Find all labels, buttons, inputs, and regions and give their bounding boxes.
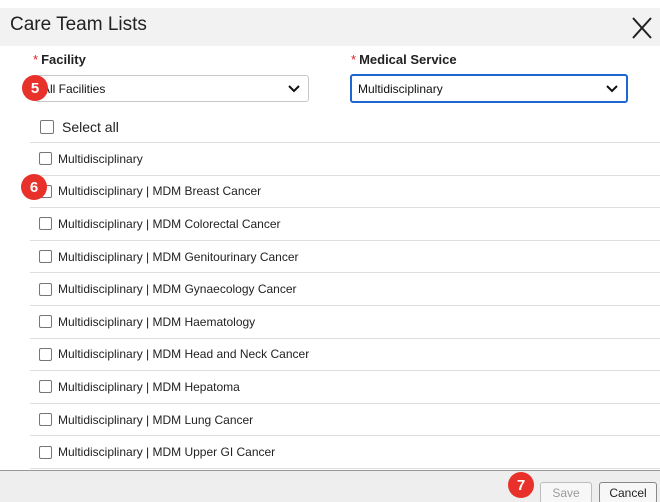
list-item-label: Multidisciplinary | MDM Lung Cancer: [58, 412, 254, 427]
cancel-button[interactable]: Cancel: [599, 482, 657, 502]
item-checkbox[interactable]: [39, 315, 52, 329]
save-button[interactable]: Save: [540, 482, 592, 502]
care-team-list: Select all Multidisciplinary Multidiscip…: [30, 112, 660, 469]
list-item[interactable]: Multidisciplinary | MDM Gynaecology Canc…: [30, 273, 660, 306]
medical-service-label: * Medical Service: [351, 52, 457, 67]
chevron-down-icon: [606, 84, 618, 92]
step-badge-6: 6: [21, 174, 47, 200]
list-item[interactable]: Multidisciplinary | MDM Genitourinary Ca…: [30, 241, 660, 274]
list-item[interactable]: Multidisciplinary | MDM Breast Cancer: [30, 176, 660, 209]
dialog-title: Care Team Lists: [10, 14, 147, 35]
list-item[interactable]: Multidisciplinary | MDM Upper GI Cancer: [30, 436, 660, 469]
list-item[interactable]: Multidisciplinary | MDM Haematology: [30, 306, 660, 339]
medical-service-label-text: Medical Service: [359, 52, 457, 67]
facility-label: * Facility: [33, 52, 86, 67]
item-checkbox[interactable]: [39, 347, 52, 361]
list-item[interactable]: Multidisciplinary | MDM Lung Cancer: [30, 404, 660, 437]
medical-service-selected-value: Multidisciplinary: [358, 81, 443, 96]
select-all-row[interactable]: Select all: [30, 112, 660, 143]
select-all-checkbox[interactable]: [40, 120, 54, 134]
list-item-label: Multidisciplinary | MDM Hepatoma: [58, 379, 240, 394]
care-team-lists-dialog: Care Team Lists * Facility * Medical Servi…: [0, 0, 660, 502]
item-checkbox[interactable]: [39, 217, 52, 231]
close-icon[interactable]: [624, 10, 660, 46]
medical-service-select[interactable]: Multidisciplinary: [350, 74, 628, 103]
item-checkbox[interactable]: [39, 152, 52, 166]
step-badge-7: 7: [508, 472, 534, 498]
required-marker: *: [351, 52, 357, 67]
list-item[interactable]: Multidisciplinary | MDM Hepatoma: [30, 371, 660, 404]
list-item[interactable]: Multidisciplinary: [30, 143, 660, 176]
facility-label-text: Facility: [41, 52, 86, 67]
chevron-down-icon: [288, 84, 300, 92]
item-checkbox[interactable]: [39, 250, 52, 264]
step-badge-5: 5: [22, 75, 48, 101]
list-item-label: Multidisciplinary: [58, 151, 143, 166]
list-item-label: Multidisciplinary | MDM Head and Neck Ca…: [58, 347, 310, 362]
list-item[interactable]: Multidisciplinary | MDM Head and Neck Ca…: [30, 339, 660, 372]
list-item-label: Multidisciplinary | MDM Colorectal Cance…: [58, 216, 281, 231]
facility-selected-value: All Facilities: [42, 81, 106, 96]
item-checkbox[interactable]: [39, 380, 52, 394]
item-checkbox[interactable]: [39, 282, 52, 296]
list-item-label: Multidisciplinary | MDM Upper GI Cancer: [58, 445, 276, 460]
list-item-label: Multidisciplinary | MDM Genitourinary Ca…: [58, 249, 299, 264]
item-checkbox[interactable]: [39, 445, 52, 459]
item-checkbox[interactable]: [39, 413, 52, 427]
list-item-label: Multidisciplinary | MDM Breast Cancer: [58, 184, 262, 199]
select-all-label: Select all: [62, 119, 119, 135]
list-item[interactable]: Multidisciplinary | MDM Colorectal Cance…: [30, 208, 660, 241]
list-item-label: Multidisciplinary | MDM Haematology: [58, 314, 256, 329]
dialog-titlebar: Care Team Lists: [0, 8, 660, 46]
required-marker: *: [33, 52, 39, 67]
list-item-label: Multidisciplinary | MDM Gynaecology Canc…: [58, 282, 297, 297]
facility-select[interactable]: All Facilities: [35, 75, 309, 102]
